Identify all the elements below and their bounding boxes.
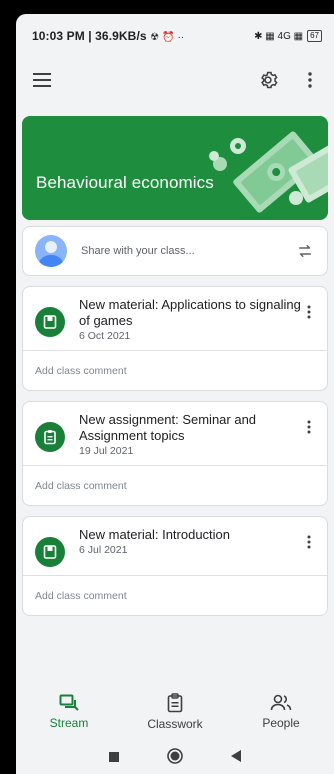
system-navigation-bar [16,742,334,774]
vertical-more-icon[interactable] [301,420,317,434]
battery-icon: 67 [307,30,322,42]
gear-icon[interactable] [256,68,280,92]
stream-post[interactable]: New material: Introduction 6 Jul 2021 Ad… [22,516,328,616]
share-placeholder[interactable]: Share with your class... [81,245,293,257]
nav-people-label: People [262,716,300,730]
money-illustration-icon [209,131,328,213]
status-right-icons: ✱ ▦ 4G ▦ 67 [254,30,322,42]
class-title: Behavioural economics [36,173,214,192]
material-book-icon [35,307,65,337]
stream-post[interactable]: New material: Applications to signaling … [22,286,328,391]
material-book-icon [35,537,65,567]
nav-stream[interactable]: Stream [24,694,114,730]
nav-people[interactable]: People [236,694,326,730]
post-title: New material: Introduction [79,527,231,542]
status-notification-icons: ☢ ⏰ ·· [150,32,185,43]
recents-square-icon[interactable] [109,749,119,767]
post-date: 19 Jul 2021 [79,445,134,457]
stream-post[interactable]: New assignment: Seminar and Assignment t… [22,401,328,506]
status-time-speed: 10:03 PM | 36.9KB/s ☢ ⏰ ·· [32,29,184,43]
nav-classwork[interactable]: Classwork [130,693,220,731]
app-bar [16,58,334,102]
add-class-comment[interactable]: Add class comment [23,575,327,615]
repost-arrows-icon[interactable] [293,239,317,263]
status-time: 10:03 PM | 36.9KB/s [32,29,147,43]
post-title: New assignment: Seminar and Assignment t… [79,412,257,443]
share-card[interactable]: Share with your class... [22,226,328,276]
vertical-more-icon[interactable] [301,305,317,319]
vertical-more-icon[interactable] [301,535,317,549]
stream-chat-icon [59,694,79,711]
post-title: New material: Applications to signaling … [79,297,301,328]
nav-classwork-label: Classwork [147,717,203,731]
home-circle-icon[interactable] [167,747,183,769]
people-icon [270,694,292,711]
add-class-comment[interactable]: Add class comment [23,465,327,505]
class-banner[interactable]: Behavioural economics [22,116,328,220]
hamburger-menu-icon[interactable] [30,68,54,92]
post-date: 6 Oct 2021 [79,330,131,342]
app-screen: 10:03 PM | 36.9KB/s ☢ ⏰ ·· ✱ ▦ 4G ▦ 67 B… [16,14,334,774]
status-bar: 10:03 PM | 36.9KB/s ☢ ⏰ ·· ✱ ▦ 4G ▦ 67 [16,14,334,58]
add-class-comment[interactable]: Add class comment [23,350,327,390]
bottom-navigation: Stream Classwork People [16,684,334,740]
nav-stream-label: Stream [49,716,89,730]
back-triangle-icon[interactable] [231,749,241,767]
post-date: 6 Jul 2021 [79,544,128,556]
vertical-more-icon[interactable] [298,68,322,92]
classwork-clipboard-icon [167,693,183,713]
assignment-clipboard-icon [35,422,65,452]
signal-icons: ✱ ▦ 4G ▦ [254,30,304,42]
avatar [35,235,67,267]
